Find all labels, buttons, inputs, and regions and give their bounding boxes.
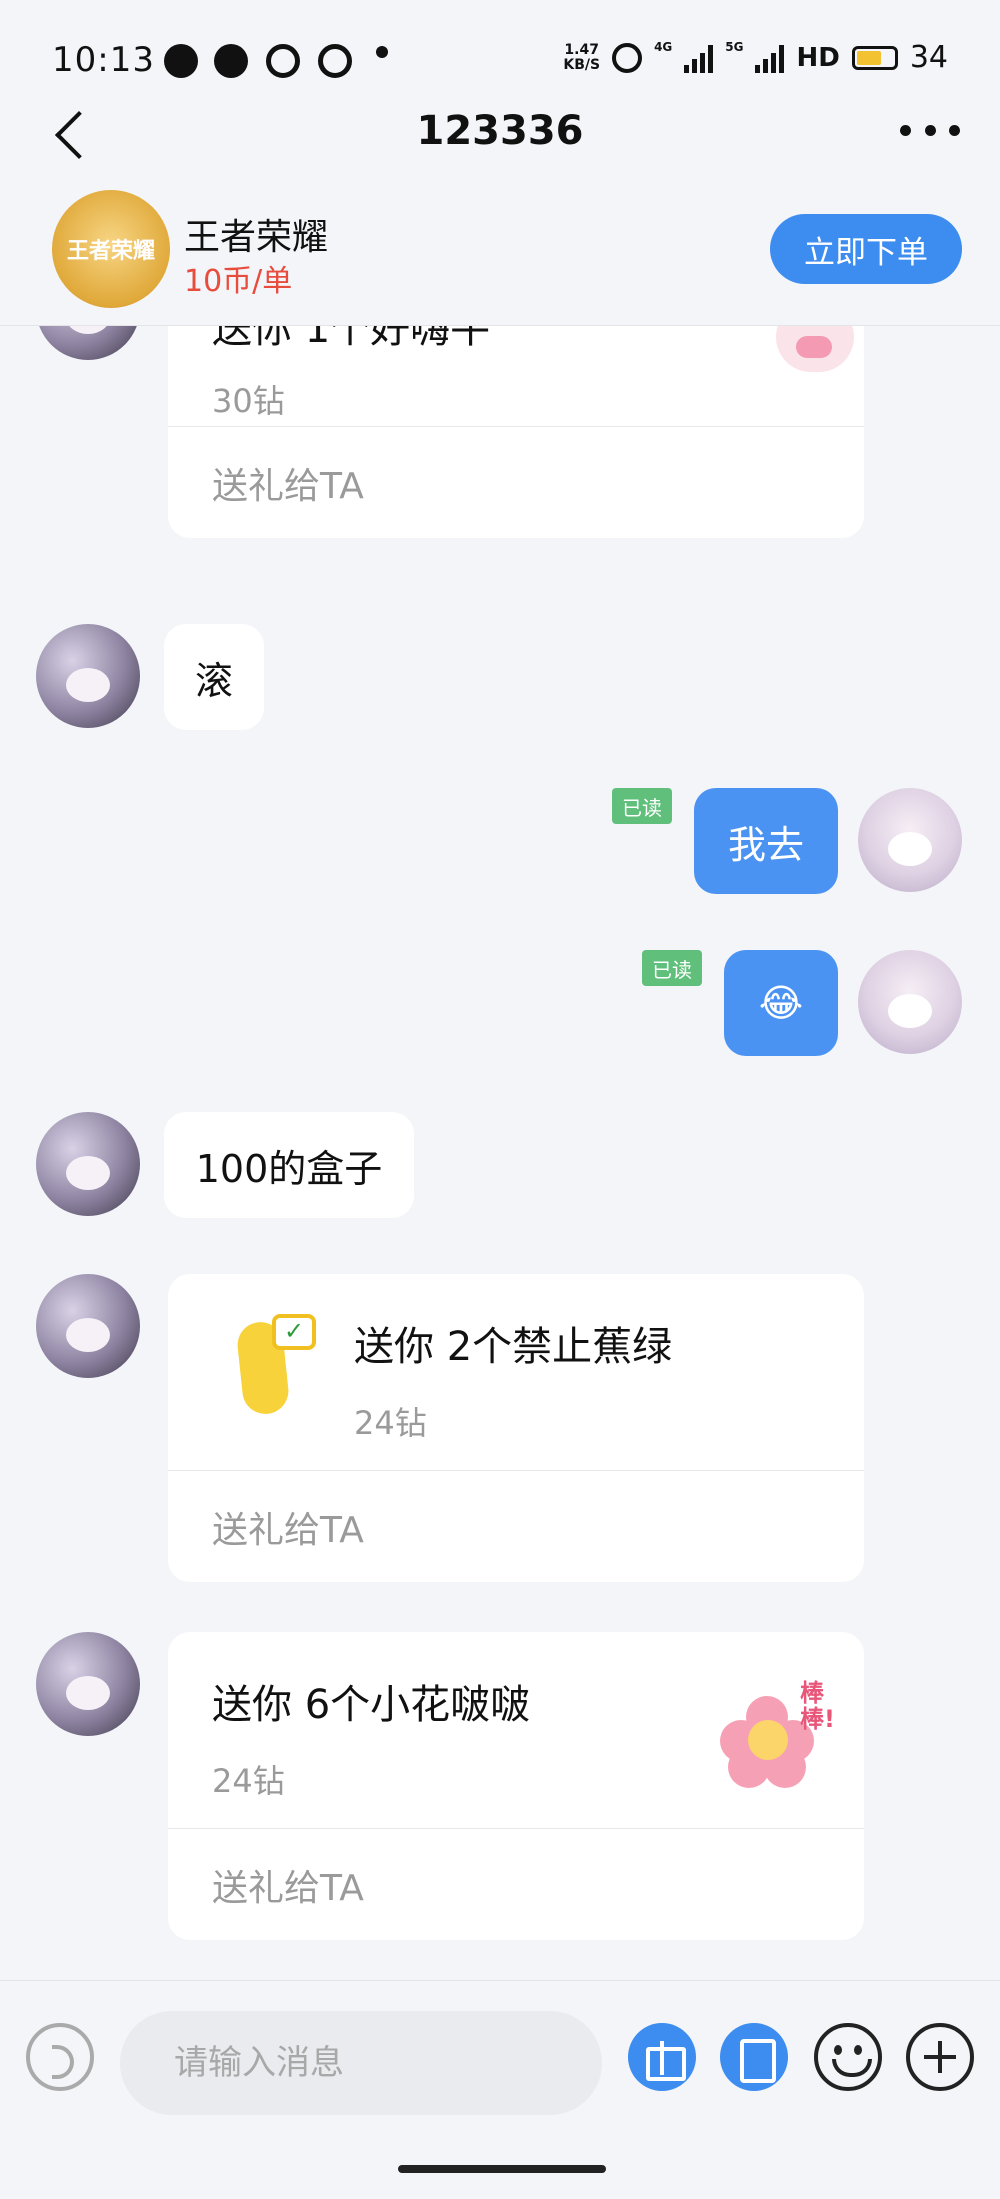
chat-app-notification-icon (164, 44, 198, 78)
signal-4g-icon (684, 43, 714, 73)
network-speed: 1.47 KB/S (563, 41, 601, 73)
send-gift-button[interactable]: 送礼给TA (168, 1828, 864, 1940)
avatar-me[interactable] (858, 950, 962, 1054)
message-bubble[interactable]: 滚 (164, 624, 264, 730)
message-app-notification-icon (214, 44, 248, 78)
hd-voice-label: HD (796, 42, 840, 73)
my-message-bubble[interactable]: 😂 (724, 950, 838, 1056)
gift-title: 送你 6个小花啵啵 (212, 1682, 531, 1728)
battery-level (856, 50, 882, 65)
emoji-icon[interactable] (814, 2023, 882, 2091)
avatar-other[interactable] (36, 1112, 140, 1216)
gift-title: 送你 1个好嗨牛 (212, 326, 491, 352)
input-bar (0, 1980, 1000, 2199)
more-notifications-icon (376, 46, 388, 58)
game-logo: 王者荣耀 (52, 190, 170, 308)
message-bubble[interactable]: 100的盒子 (164, 1112, 414, 1218)
gift-card[interactable]: ✓ 送你 2个禁止蕉绿 24钻 送礼给TA (168, 1274, 864, 1582)
flower-sticker-text: 棒棒! (800, 1679, 835, 1733)
avatar-other[interactable] (36, 326, 140, 360)
red-packet-icon[interactable] (720, 2023, 788, 2091)
alarm-icon (612, 42, 643, 73)
order-now-button[interactable]: 立即下单 (770, 214, 962, 284)
read-status-badge: 已读 (612, 788, 672, 824)
page-title: 123336 (416, 108, 584, 154)
status-indicators: 1.47 KB/S 4G 5G HD 34 (563, 40, 948, 75)
battery-icon (851, 45, 898, 70)
cow-gift-icon (756, 326, 864, 414)
voice-icon[interactable] (26, 2023, 94, 2091)
plus-icon[interactable] (906, 2023, 974, 2091)
my-message-bubble[interactable]: 我去 (694, 788, 838, 894)
status-time: 10:13 (52, 40, 155, 80)
chat-header: 123336 (0, 80, 1000, 190)
send-gift-button[interactable]: 送礼给TA (168, 1470, 864, 1582)
gift-cost: 24钻 (212, 1762, 285, 1800)
network-4g-label: 4G (654, 40, 673, 54)
gift-card[interactable]: 送你 1个好嗨牛 30钻 送礼给TA (168, 326, 864, 538)
gift-cost: 30钻 (212, 382, 285, 420)
gift-card[interactable]: 送你 6个小花啵啵 24钻 棒棒! 送礼给TA (168, 1632, 864, 1940)
network-5g-label: 5G (725, 40, 744, 54)
avatar-other[interactable] (36, 1274, 140, 1378)
gift-cost: 24钻 (354, 1404, 427, 1442)
avatar-me[interactable] (858, 788, 962, 892)
read-status-badge: 已读 (642, 950, 702, 986)
avatar-other[interactable] (36, 624, 140, 728)
gift-icon[interactable] (628, 2023, 696, 2091)
game-name: 王者荣耀 (184, 217, 329, 258)
flower-gift-icon: 棒棒! (714, 1676, 835, 1788)
more-icon[interactable] (900, 110, 960, 150)
app-notification-icon (318, 44, 352, 78)
message-input[interactable] (120, 2011, 602, 2115)
order-bar: 王者荣耀 王者荣耀 10币/单 立即下单 (0, 190, 1000, 326)
do-not-disturb-icon (266, 44, 300, 78)
chat-messages[interactable]: 送你 1个好嗨牛 30钻 送礼给TA 滚 已读 我去 已读 😂 100的盒子 ✓… (0, 326, 1000, 1980)
signal-5g-icon (755, 43, 785, 73)
battery-percent: 34 (909, 40, 948, 75)
send-gift-button[interactable]: 送礼给TA (168, 426, 864, 538)
game-price: 10币/单 (184, 264, 293, 299)
banana-gift-icon: ✓ (212, 1312, 324, 1424)
home-indicator[interactable] (398, 2165, 606, 2173)
gift-title: 送你 2个禁止蕉绿 (354, 1324, 673, 1370)
avatar-other[interactable] (36, 1632, 140, 1736)
